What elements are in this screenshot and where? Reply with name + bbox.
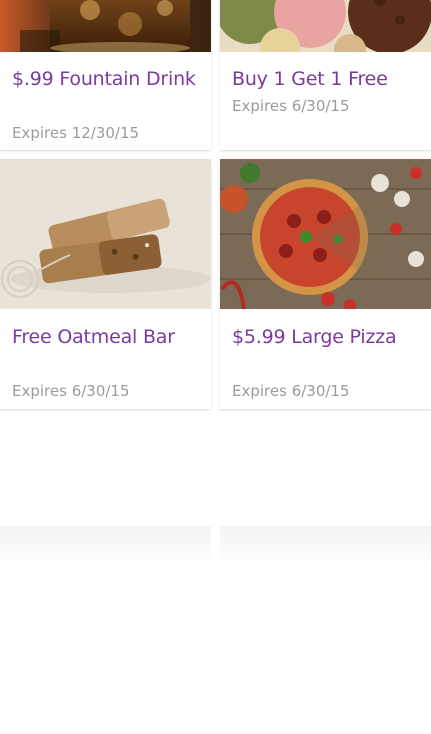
oatmeal-bars-image <box>0 159 211 309</box>
deal-card-oatmeal-bar[interactable]: Free Oatmeal Bar Expires 6/30/15 <box>0 159 211 409</box>
deal-title: $5.99 Large Pizza <box>232 326 397 348</box>
ice-cream-scoops-image <box>220 0 431 52</box>
deal-expires: Expires 6/30/15 <box>232 382 350 400</box>
deal-expires: Expires 12/30/15 <box>12 124 140 142</box>
loading-placeholder-card <box>220 526 431 734</box>
deal-card-bogo[interactable]: Buy 1 Get 1 Free Expires 6/30/15 <box>220 0 431 150</box>
deal-title: $.99 Fountain Drink <box>12 68 196 90</box>
deal-card-fountain-drink[interactable]: $.99 Fountain Drink Expires 12/30/15 <box>0 0 211 150</box>
deals-grid: $.99 Fountain Drink Expires 12/30/15 Buy… <box>0 0 431 734</box>
pizza-image <box>220 159 431 309</box>
deal-expires: Expires 6/30/15 <box>232 97 350 115</box>
deal-expires: Expires 6/30/15 <box>12 382 130 400</box>
loading-placeholder-card <box>0 526 211 734</box>
deal-title: Free Oatmeal Bar <box>12 326 175 348</box>
deal-title: Buy 1 Get 1 Free <box>232 68 388 90</box>
deal-card-large-pizza[interactable]: $5.99 Large Pizza Expires 6/30/15 <box>220 159 431 409</box>
soda-glass-image <box>0 0 211 52</box>
